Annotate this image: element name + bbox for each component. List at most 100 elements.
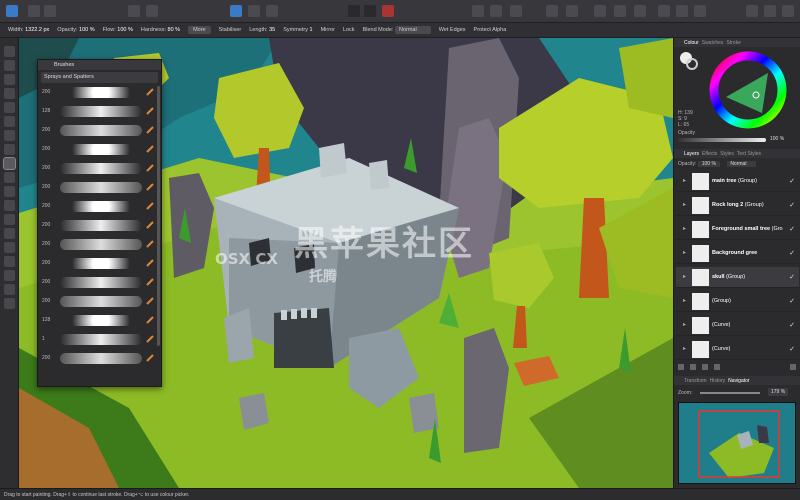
zoom-slider[interactable] (700, 392, 760, 394)
colour-wheel[interactable] (674, 47, 800, 142)
preview-icon[interactable] (764, 5, 776, 17)
brush-edit-icon[interactable] (145, 125, 155, 135)
layer-visibility-checkbox[interactable]: ✓ (789, 273, 795, 281)
flip-horizontal-icon[interactable] (546, 5, 558, 17)
quick-mask-icon[interactable] (348, 5, 360, 17)
tab-effects[interactable]: Effects (702, 151, 717, 157)
brush-edit-icon[interactable] (145, 182, 155, 192)
wet-edges-toggle[interactable]: Wet Edges (439, 27, 466, 33)
lock-toggle[interactable]: Lock (343, 27, 355, 33)
brush-row[interactable]: 200 (40, 237, 157, 253)
layer-visibility-checkbox[interactable]: ✓ (789, 177, 795, 185)
sharpen-tool-icon[interactable] (4, 256, 15, 267)
brush-edit-icon[interactable] (145, 296, 155, 306)
navigator-preview[interactable] (678, 402, 796, 484)
fx-icon[interactable] (714, 364, 720, 370)
distribute-icon[interactable] (510, 5, 522, 17)
settings-icon[interactable] (146, 5, 158, 17)
brush-edit-icon[interactable] (145, 106, 155, 116)
tab-colour[interactable]: Colour (684, 40, 699, 46)
lasso-tool-icon[interactable] (4, 102, 15, 113)
rotate-right-icon[interactable] (614, 5, 626, 17)
tab-transform[interactable]: Transform (684, 378, 707, 384)
snapping-options-icon[interactable] (694, 5, 706, 17)
tab-navigator[interactable]: Navigator (728, 378, 749, 384)
length-control[interactable]: Length: 35 (249, 27, 275, 33)
layer-visibility-checkbox[interactable]: ✓ (789, 249, 795, 257)
layer-visibility-checkbox[interactable]: ✓ (789, 225, 795, 233)
clone-tool-icon[interactable] (4, 228, 15, 239)
align-icon[interactable] (472, 5, 484, 17)
tab-styles[interactable]: Styles (720, 151, 734, 157)
tab-layers[interactable]: Layers (684, 151, 699, 157)
protect-alpha-toggle[interactable]: Protect Alpha (474, 27, 507, 33)
colour-opacity-value[interactable]: 100 % (770, 136, 784, 142)
opacity-value[interactable]: 100 % (79, 27, 95, 33)
crop-tool-icon[interactable] (4, 130, 15, 141)
layer-expand-icon[interactable]: ▸ (683, 321, 686, 328)
brush-row[interactable]: 200 (40, 142, 157, 158)
hand-tool-icon[interactable] (4, 284, 15, 295)
brush-edit-icon[interactable] (145, 220, 155, 230)
move-tool-icon[interactable] (4, 46, 15, 57)
layer-opacity-value[interactable]: 100 % (697, 161, 720, 167)
tab-swatches[interactable]: Swatches (702, 40, 724, 46)
layer-expand-icon[interactable]: ▸ (683, 177, 686, 184)
layer-visibility-checkbox[interactable]: ✓ (789, 321, 795, 329)
flip-vertical-icon[interactable] (566, 5, 578, 17)
blur-tool-icon[interactable] (4, 242, 15, 253)
arrange-icon[interactable] (490, 5, 502, 17)
brush-row[interactable]: 200 (40, 218, 157, 234)
mask-layer-icon[interactable] (690, 364, 696, 370)
hardness-value[interactable]: 80 % (168, 27, 181, 33)
layer-row[interactable]: ▸ (Curve) ✓ (676, 315, 799, 336)
record-icon[interactable] (382, 5, 394, 17)
brush-edit-icon[interactable] (145, 239, 155, 249)
brush-row[interactable]: 200 (40, 123, 157, 139)
brush-edit-icon[interactable] (145, 353, 155, 363)
marquee-tool-icon[interactable] (4, 60, 15, 71)
select-deselect-icon[interactable] (266, 5, 278, 17)
eyedropper-icon[interactable] (4, 144, 15, 155)
persona-share-icon[interactable] (44, 5, 56, 17)
paint-brush-tool-icon[interactable] (3, 157, 16, 170)
view-mode-icon[interactable] (128, 5, 140, 17)
erase-tool-icon[interactable] (4, 200, 15, 211)
flow-value[interactable]: 100 % (117, 27, 133, 33)
layer-row[interactable]: ▸ Foreground small tree (Gro ✓ (676, 219, 799, 240)
layer-expand-icon[interactable]: ▸ (683, 225, 686, 232)
export-icon[interactable] (782, 5, 794, 17)
layer-visibility-checkbox[interactable]: ✓ (789, 297, 795, 305)
select-invert-icon[interactable] (248, 5, 260, 17)
layer-visibility-checkbox[interactable]: ✓ (789, 201, 795, 209)
brush-edit-icon[interactable] (145, 87, 155, 97)
brush-category-select[interactable]: Sprays and Spatters (41, 72, 158, 83)
flow-control[interactable]: Flow: 100 % (103, 27, 133, 33)
app-logo-icon[interactable] (6, 5, 18, 17)
symmetry-control[interactable]: Symmetry 1 (283, 27, 312, 33)
brush-row[interactable]: 200 (40, 275, 157, 291)
brush-edit-icon[interactable] (145, 277, 155, 287)
layer-expand-icon[interactable]: ▸ (683, 345, 686, 352)
opacity-control[interactable]: Opacity: 100 % (57, 27, 94, 33)
snapping-icon[interactable] (676, 5, 688, 17)
layer-expand-icon[interactable]: ▸ (683, 273, 686, 280)
brush-row[interactable]: 1 (40, 332, 157, 348)
hardness-control[interactable]: Hardness: 80 % (141, 27, 180, 33)
mirror-toggle[interactable]: Mirror (321, 27, 335, 33)
layer-expand-icon[interactable]: ▸ (683, 249, 686, 256)
rotate-left-icon[interactable] (594, 5, 606, 17)
layer-row[interactable]: ▸ (Group) ✓ (676, 291, 799, 312)
zoom-tool-icon[interactable] (4, 298, 15, 309)
brush-edit-icon[interactable] (145, 163, 155, 173)
layer-visibility-checkbox[interactable]: ✓ (789, 345, 795, 353)
pen-tool-icon[interactable] (4, 270, 15, 281)
zoom-value[interactable]: 179 % (768, 388, 789, 396)
blend-mode-select[interactable]: Normal (394, 26, 431, 34)
stabiliser-toggle[interactable]: Stabiliser (219, 27, 242, 33)
layer-blend-select[interactable]: Normal (727, 161, 757, 167)
brush-row[interactable]: 200 (40, 85, 157, 101)
colour-opacity-slider[interactable] (678, 138, 766, 142)
width-control[interactable]: Width: 1322.2 px (8, 27, 49, 33)
layer-expand-icon[interactable]: ▸ (683, 201, 686, 208)
